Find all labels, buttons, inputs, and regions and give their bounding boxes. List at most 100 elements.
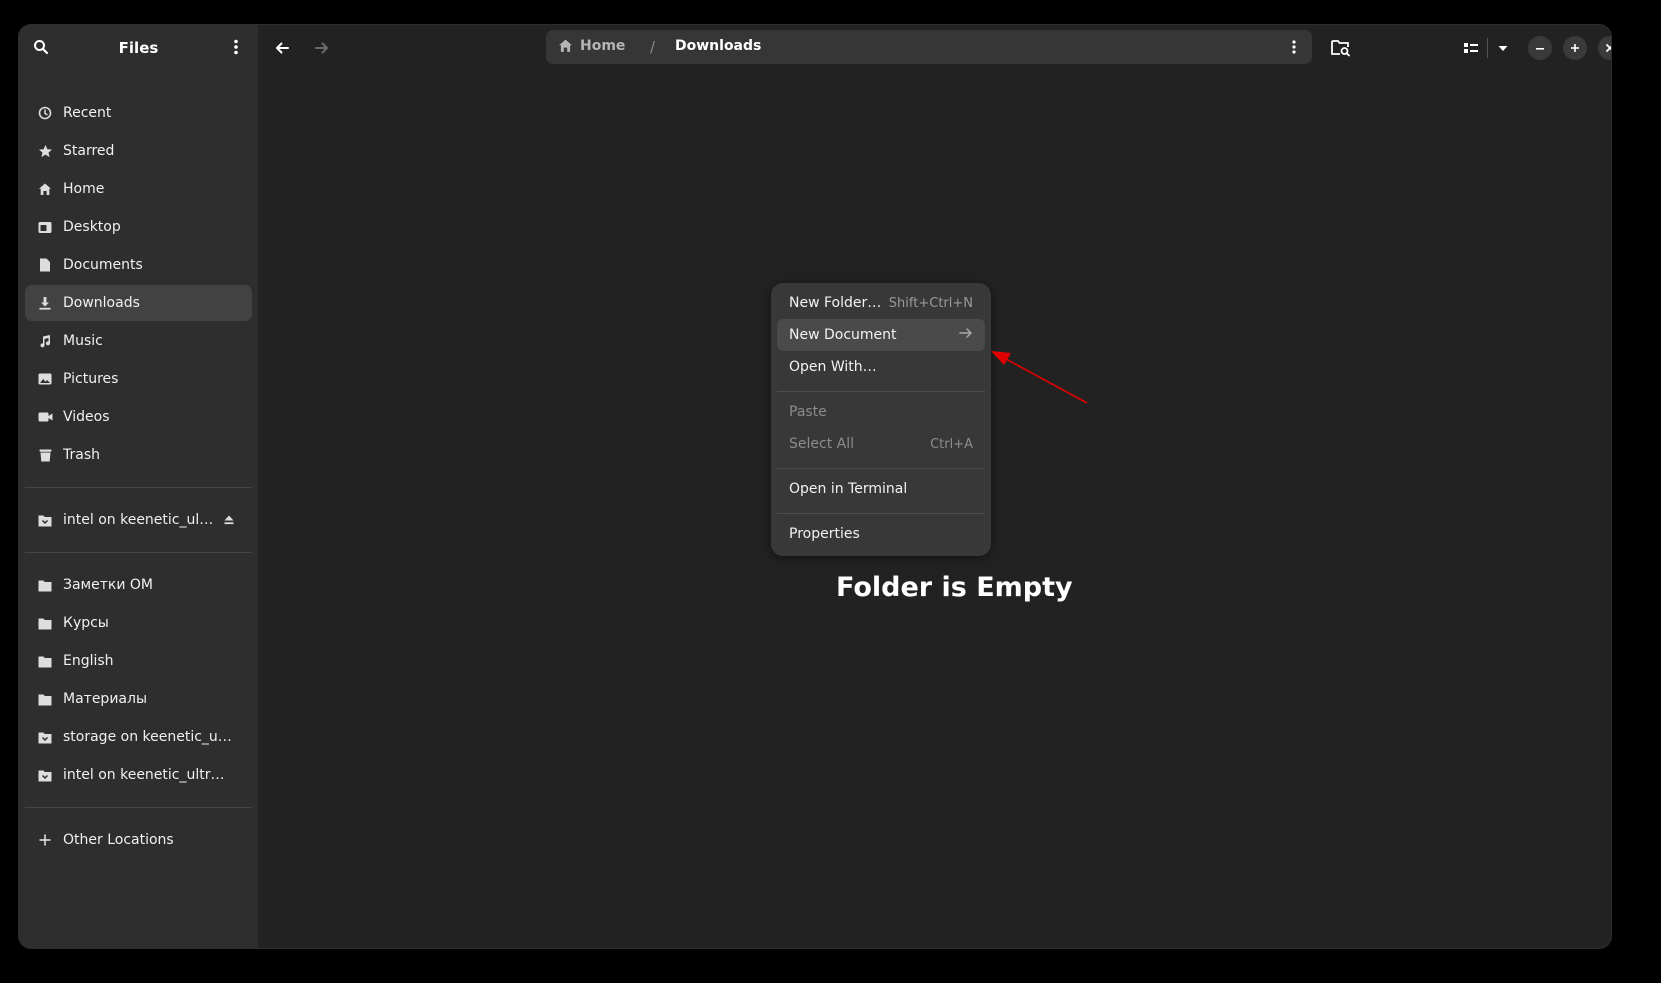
menu-item-paste[interactable]: Paste [777, 396, 985, 428]
app-title: Files [118, 39, 159, 57]
context-menu: New Folder… Shift+Ctrl+N New Document Op… [771, 283, 991, 556]
home-icon [558, 38, 574, 54]
desktop-folder-icon [37, 219, 53, 235]
sidebar-item-label: Music [63, 333, 103, 349]
sidebar-item-label: Starred [63, 143, 115, 159]
view-separator [1487, 38, 1488, 58]
folder-icon [37, 615, 53, 631]
sidebar-item-mount-intel[interactable]: intel on keenetic_ul… [25, 502, 252, 538]
sidebar-item-videos[interactable]: Videos [25, 399, 252, 435]
sidebar-item-label: Downloads [63, 295, 140, 311]
menu-separator [777, 513, 985, 514]
sidebar-separator [25, 807, 252, 808]
home-icon [37, 181, 53, 197]
sidebar-separator [25, 487, 252, 488]
sidebar-item-bookmark-kursy[interactable]: Курсы [25, 605, 252, 641]
folder-icon [37, 653, 53, 669]
sidebar-separator [25, 552, 252, 553]
submenu-arrow-icon [959, 327, 973, 343]
sidebar-item-bookmark-zametki[interactable]: Заметки ОМ [25, 567, 252, 603]
sidebar-header: Files [19, 25, 258, 69]
sidebar-item-label: Other Locations [63, 832, 174, 848]
picture-icon [37, 371, 53, 387]
search-folder-icon[interactable] [1328, 35, 1354, 61]
path-bar: Home / Downloads [546, 30, 1312, 64]
network-folder-icon [37, 767, 53, 783]
back-arrow-icon[interactable] [270, 36, 294, 60]
minimize-button[interactable] [1528, 36, 1552, 60]
path-menu-icon[interactable] [1286, 38, 1302, 56]
sidebar-item-label: Pictures [63, 371, 119, 387]
sidebar-item-label: intel on keenetic_ultra.l… [63, 767, 233, 783]
sidebar-item-bookmark-intel[interactable]: intel on keenetic_ultra.l… [25, 757, 252, 793]
list-view-icon[interactable] [1458, 35, 1484, 61]
menu-separator [777, 468, 985, 469]
sidebar-item-label: Videos [63, 409, 110, 425]
menu-separator [777, 391, 985, 392]
chevron-down-icon[interactable] [1490, 35, 1516, 61]
trash-icon [37, 447, 53, 463]
music-icon [37, 333, 53, 349]
sidebar-item-label: Trash [63, 447, 100, 463]
star-icon [37, 143, 53, 159]
breadcrumb-home-label: Home [580, 38, 626, 54]
menu-item-properties[interactable]: Properties [777, 518, 985, 550]
menu-item-open-terminal[interactable]: Open in Terminal [777, 473, 985, 505]
clock-icon [37, 105, 53, 121]
menu-item-label: New Folder… [789, 295, 882, 311]
sidebar-item-label: Desktop [63, 219, 121, 235]
eject-icon[interactable] [222, 512, 238, 528]
menu-item-open-with[interactable]: Open With… [777, 351, 985, 383]
forward-arrow-icon[interactable] [310, 36, 334, 60]
sidebar-item-bookmark-storage[interactable]: storage on keenetic_ult… [25, 719, 252, 755]
menu-item-select-all[interactable]: Select All Ctrl+A [777, 428, 985, 460]
sidebar-item-pictures[interactable]: Pictures [25, 361, 252, 397]
sidebar-item-label: storage on keenetic_ult… [63, 729, 233, 745]
download-icon [37, 295, 53, 311]
menu-item-label: Paste [789, 404, 827, 420]
folder-icon [37, 691, 53, 707]
network-folder-icon [37, 729, 53, 745]
sidebar-item-bookmark-materialy[interactable]: Материалы [25, 681, 252, 717]
sidebar-item-documents[interactable]: Documents [25, 247, 252, 283]
sidebar-item-home[interactable]: Home [25, 171, 252, 207]
breadcrumb-current[interactable]: Downloads [675, 38, 761, 54]
sidebar-item-other-locations[interactable]: Other Locations [25, 822, 252, 858]
menu-item-label: Open With… [789, 359, 877, 375]
plus-icon [37, 832, 53, 848]
header-bar: Home / Downloads [258, 25, 1611, 71]
sidebar-item-music[interactable]: Music [25, 323, 252, 359]
menu-item-new-folder[interactable]: New Folder… Shift+Ctrl+N [777, 287, 985, 319]
sidebar-item-starred[interactable]: Starred [25, 133, 252, 169]
menu-item-label: Open in Terminal [789, 481, 908, 497]
breadcrumb-home[interactable]: Home [558, 38, 625, 54]
menu-item-accel: Ctrl+A [930, 436, 973, 452]
sidebar-item-label: Курсы [63, 615, 109, 631]
main-menu-icon[interactable] [226, 37, 246, 57]
sidebar: Files Recent Starred Home Desktop Docume… [19, 25, 258, 948]
video-icon [37, 409, 53, 425]
folder-icon [37, 577, 53, 593]
menu-item-label: Properties [789, 526, 860, 542]
sidebar-item-label: Заметки ОМ [63, 577, 153, 593]
sidebar-item-label: English [63, 653, 114, 669]
sidebar-item-label: Recent [63, 105, 112, 121]
menu-item-label: New Document [789, 327, 897, 343]
sidebar-item-label: Home [63, 181, 105, 197]
sidebar-item-downloads[interactable]: Downloads [25, 285, 252, 321]
sidebar-item-label: Материалы [63, 691, 147, 707]
menu-item-new-document[interactable]: New Document [777, 319, 985, 351]
sidebar-item-bookmark-english[interactable]: English [25, 643, 252, 679]
sidebar-item-trash[interactable]: Trash [25, 437, 252, 473]
menu-item-label: Select All [789, 436, 854, 452]
breadcrumb-separator: / [650, 38, 656, 56]
menu-item-accel: Shift+Ctrl+N [888, 295, 973, 311]
sidebar-item-label: Documents [63, 257, 143, 273]
close-button[interactable] [1598, 36, 1611, 60]
maximize-button[interactable] [1563, 36, 1587, 60]
document-icon [37, 257, 53, 273]
sidebar-item-recent[interactable]: Recent [25, 95, 252, 131]
sidebar-item-label: intel on keenetic_ul… [63, 512, 214, 528]
network-folder-icon [37, 512, 53, 528]
sidebar-item-desktop[interactable]: Desktop [25, 209, 252, 245]
